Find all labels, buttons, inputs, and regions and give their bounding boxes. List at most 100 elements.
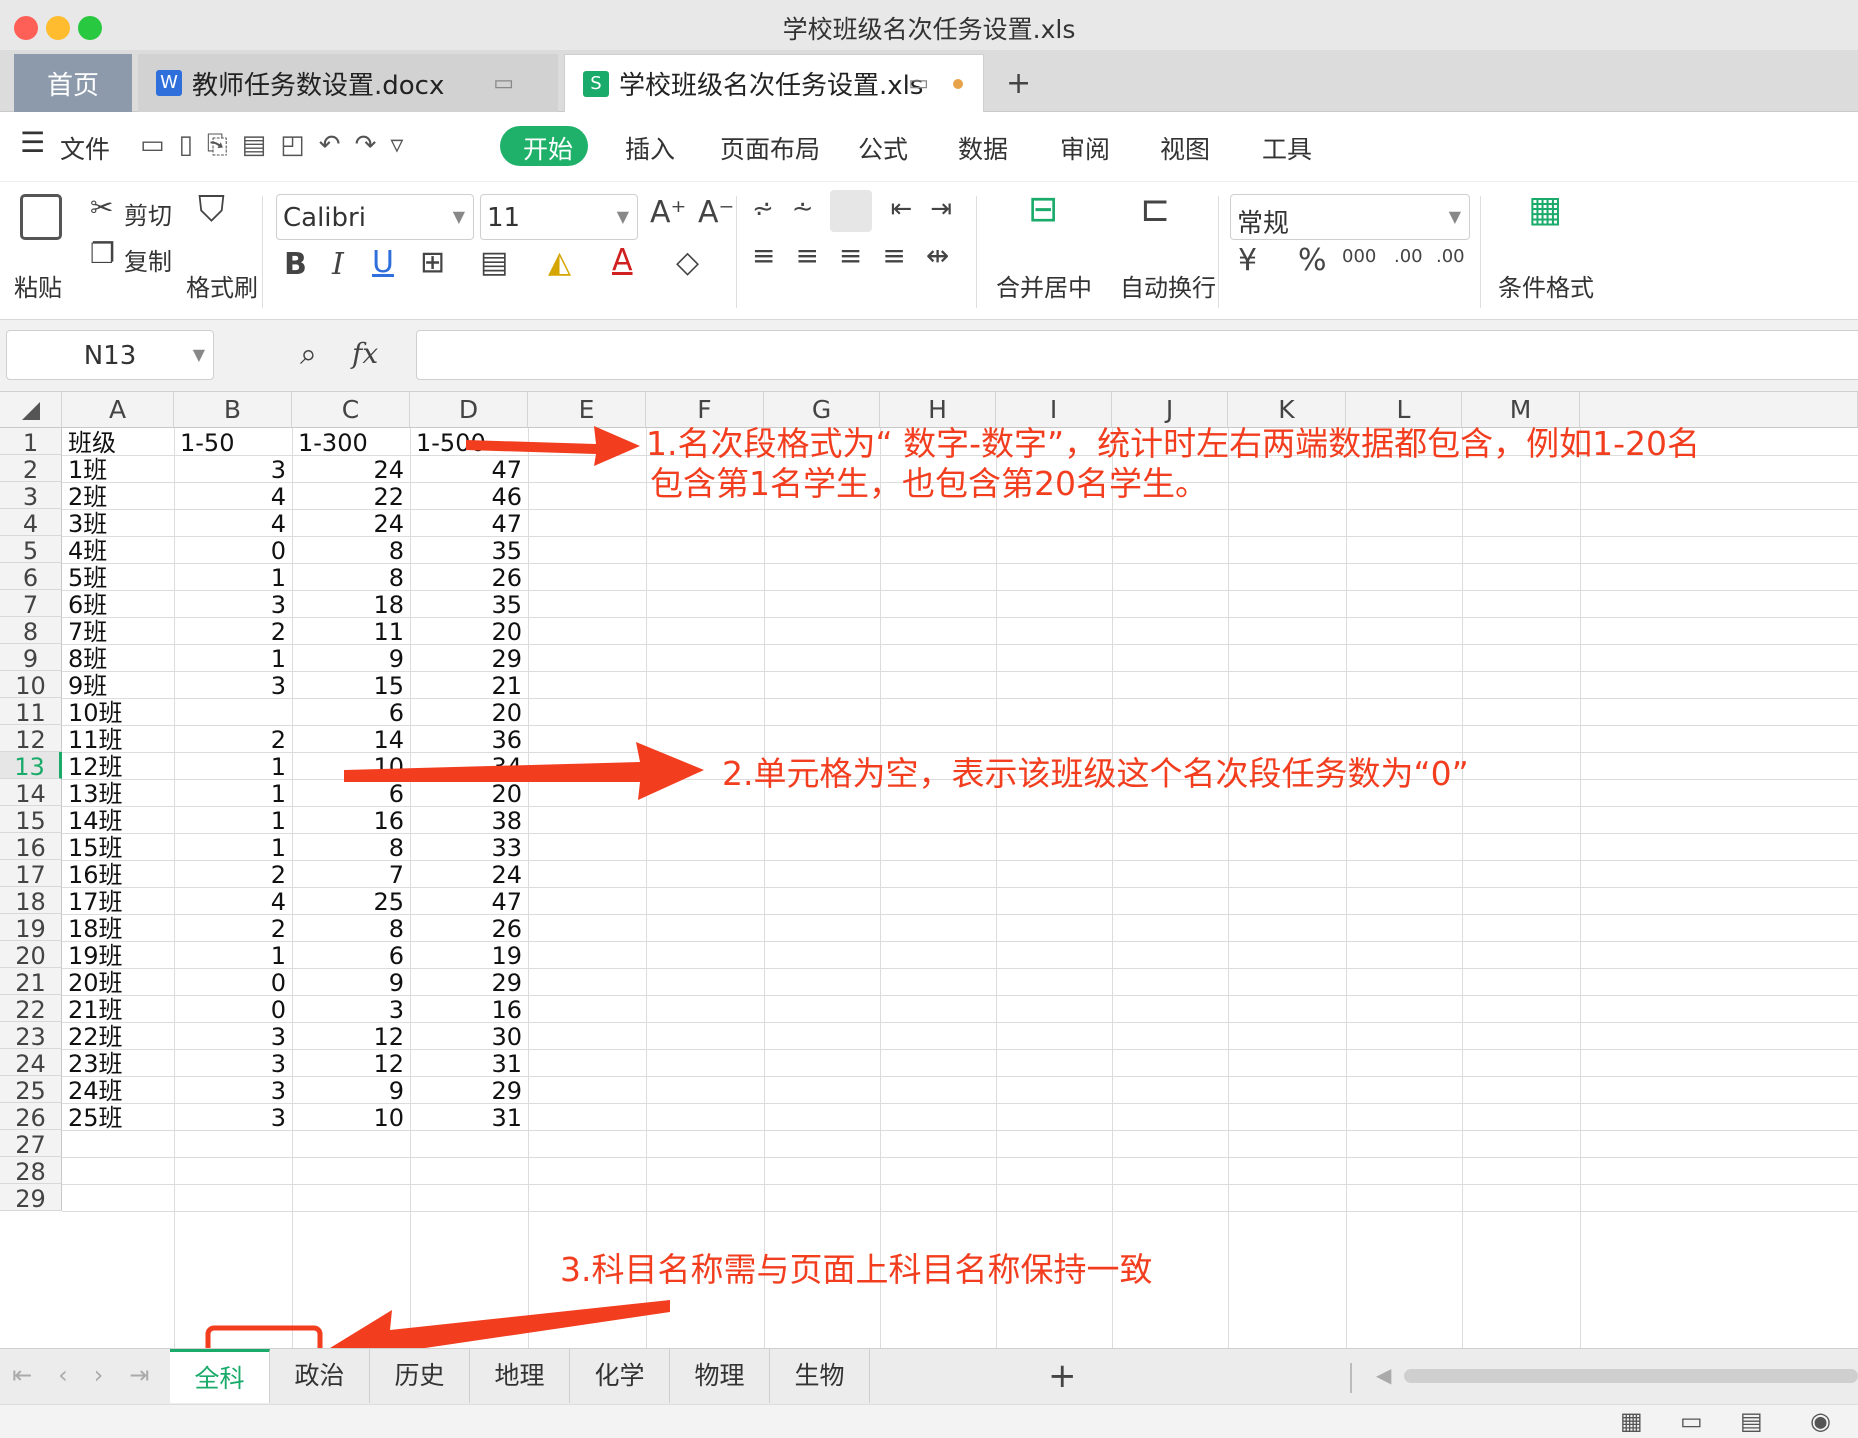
cell-d10[interactable]: 21 — [410, 671, 528, 698]
cell-b5[interactable]: 0 — [174, 536, 292, 563]
row-header-16[interactable]: 16 — [0, 833, 62, 862]
cell-c7[interactable]: 18 — [292, 590, 410, 617]
cell-a1[interactable]: 班级 — [62, 428, 174, 455]
cell-d17[interactable]: 24 — [410, 860, 528, 887]
cell-b19[interactable]: 2 — [174, 914, 292, 941]
cell-b1[interactable]: 1-50 — [174, 428, 292, 455]
cell-d18[interactable]: 47 — [410, 887, 528, 914]
cell-c19[interactable]: 8 — [292, 914, 410, 941]
cell-c12[interactable]: 14 — [292, 725, 410, 752]
sheet-tab-7[interactable]: 生物 — [770, 1349, 870, 1403]
row-header-21[interactable]: 21 — [0, 968, 62, 997]
cell-b25[interactable]: 3 — [174, 1076, 292, 1103]
cell-b14[interactable]: 1 — [174, 779, 292, 806]
column-header-m[interactable]: M — [1462, 392, 1580, 428]
row-header-1[interactable]: 1 — [0, 428, 62, 457]
cell-b12[interactable]: 2 — [174, 725, 292, 752]
row-header-10[interactable]: 10 — [0, 671, 62, 700]
cell-c20[interactable]: 6 — [292, 941, 410, 968]
cell-a3[interactable]: 2班 — [62, 482, 174, 509]
cell-a9[interactable]: 8班 — [62, 644, 174, 671]
cell-b21[interactable]: 0 — [174, 968, 292, 995]
menu-insert[interactable]: 插入 — [625, 130, 675, 166]
row-header-13[interactable]: 13 — [0, 752, 62, 781]
menu-page-layout[interactable]: 页面布局 — [720, 130, 820, 166]
number-format-select[interactable]: 常规 ▼ — [1230, 194, 1470, 240]
row-header-20[interactable]: 20 — [0, 941, 62, 970]
row-header-25[interactable]: 25 — [0, 1076, 62, 1105]
menu-start[interactable]: 开始 — [523, 130, 573, 166]
cell-a7[interactable]: 6班 — [62, 590, 174, 617]
cell-b4[interactable]: 4 — [174, 509, 292, 536]
bold-icon[interactable]: B — [284, 250, 307, 280]
column-header-e[interactable]: E — [528, 392, 646, 428]
cell-a2[interactable]: 1班 — [62, 455, 174, 482]
row-header-26[interactable]: 26 — [0, 1103, 62, 1132]
cell-c21[interactable]: 9 — [292, 968, 410, 995]
cell-a23[interactable]: 22班 — [62, 1022, 174, 1049]
cell-d11[interactable]: 20 — [410, 698, 528, 725]
cell-c22[interactable]: 3 — [292, 995, 410, 1022]
cell-c14[interactable]: 6 — [292, 779, 410, 806]
cell-a25[interactable]: 24班 — [62, 1076, 174, 1103]
cell-a15[interactable]: 14班 — [62, 806, 174, 833]
cell-a12[interactable]: 11班 — [62, 725, 174, 752]
normal-view-icon[interactable]: ▦ — [1620, 1409, 1643, 1433]
cell-b11[interactable] — [174, 698, 292, 725]
cell-a21[interactable]: 20班 — [62, 968, 174, 995]
column-header-h[interactable]: H — [880, 392, 996, 428]
cell-b10[interactable]: 3 — [174, 671, 292, 698]
cell-c5[interactable]: 8 — [292, 536, 410, 563]
horizontal-align-icons[interactable]: ≡≡≡≡⇹ — [752, 242, 969, 270]
cell-d25[interactable]: 29 — [410, 1076, 528, 1103]
menu-tools[interactable]: 工具 — [1262, 130, 1312, 166]
border-icon[interactable]: ⊞ — [420, 248, 445, 278]
cell-a16[interactable]: 15班 — [62, 833, 174, 860]
paste-button[interactable]: 粘贴 — [14, 268, 62, 303]
sheet-tab-4[interactable]: 地理 — [470, 1349, 570, 1403]
cell-a10[interactable]: 9班 — [62, 671, 174, 698]
cell-b15[interactable]: 1 — [174, 806, 292, 833]
menu-review[interactable]: 审阅 — [1060, 130, 1110, 166]
cell-b26[interactable]: 3 — [174, 1103, 292, 1130]
cell-b18[interactable]: 4 — [174, 887, 292, 914]
name-box[interactable]: N13 ▼ — [6, 330, 214, 380]
sheet-tab-1[interactable]: 全科 — [170, 1349, 270, 1403]
column-header-d[interactable]: D — [410, 392, 528, 428]
cell-c17[interactable]: 7 — [292, 860, 410, 887]
cell-b3[interactable]: 4 — [174, 482, 292, 509]
cell-c24[interactable]: 12 — [292, 1049, 410, 1076]
row-header-27[interactable]: 27 — [0, 1130, 62, 1159]
row-header-19[interactable]: 19 — [0, 914, 62, 943]
decrease-font-icon[interactable]: A⁻ — [698, 198, 734, 228]
sheet-tab-6[interactable]: 物理 — [670, 1349, 770, 1403]
row-header-7[interactable]: 7 — [0, 590, 62, 619]
eye-protect-icon[interactable]: ◉ — [1810, 1409, 1831, 1433]
sheet-tab-3[interactable]: 历史 — [370, 1349, 470, 1403]
merge-center-icon[interactable]: ⊟ — [1028, 192, 1058, 228]
menu-formula[interactable]: 公式 — [858, 130, 908, 166]
cell-d6[interactable]: 26 — [410, 563, 528, 590]
font-color-icon[interactable]: A — [612, 246, 633, 276]
row-header-4[interactable]: 4 — [0, 509, 62, 538]
cell-c2[interactable]: 24 — [292, 455, 410, 482]
row-header-12[interactable]: 12 — [0, 725, 62, 754]
cell-a26[interactable]: 25班 — [62, 1103, 174, 1130]
tab-docx[interactable]: W 教师任务数设置.docx ▭ — [138, 54, 558, 112]
page-layout-view-icon[interactable]: ▤ — [1740, 1409, 1763, 1433]
cell-b6[interactable]: 1 — [174, 563, 292, 590]
sheet-tab-5[interactable]: 化学 — [570, 1349, 670, 1403]
column-header-c[interactable]: C — [292, 392, 410, 428]
row-header-14[interactable]: 14 — [0, 779, 62, 808]
cell-b13[interactable]: 1 — [174, 752, 292, 779]
cell-c9[interactable]: 9 — [292, 644, 410, 671]
eraser-icon[interactable]: ◇ — [676, 248, 699, 278]
format-painter-icon[interactable]: ⛉ — [198, 192, 225, 228]
cell-d4[interactable]: 47 — [410, 509, 528, 536]
cell-a8[interactable]: 7班 — [62, 617, 174, 644]
cell-d14[interactable]: 20 — [410, 779, 528, 806]
cell-b22[interactable]: 0 — [174, 995, 292, 1022]
cell-c4[interactable]: 24 — [292, 509, 410, 536]
cell-c18[interactable]: 25 — [292, 887, 410, 914]
conditional-format-icon[interactable]: ▦ — [1528, 192, 1562, 228]
